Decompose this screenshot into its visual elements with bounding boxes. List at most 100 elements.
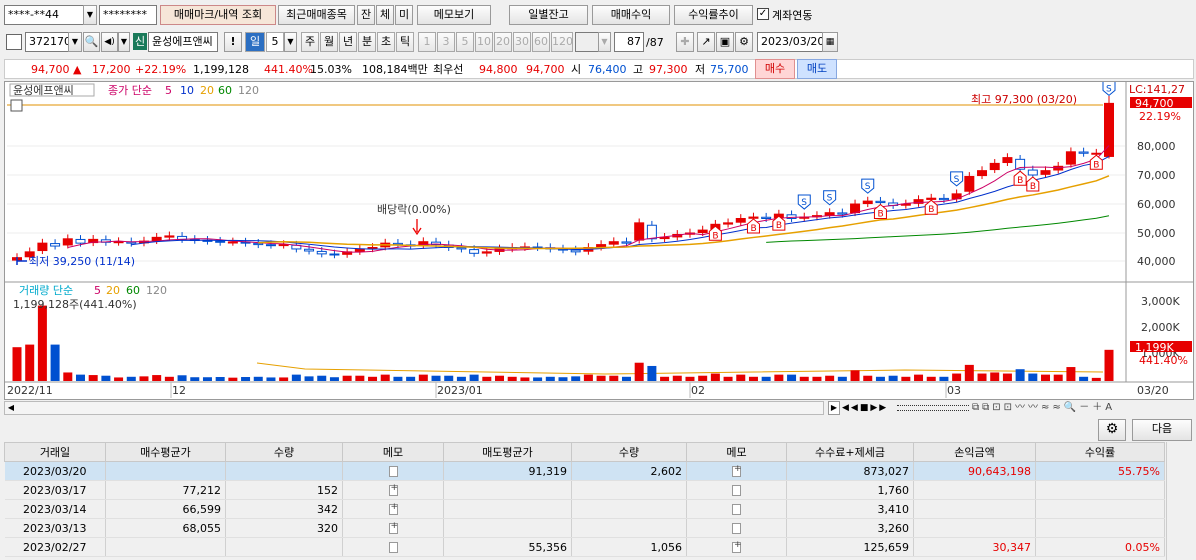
memo-icon[interactable] xyxy=(732,464,742,477)
table-row[interactable]: 2023/03/20 91,3192,602 873,02790,643,19855… xyxy=(4,461,1165,481)
table-gear-icon[interactable]: ⚙ xyxy=(1098,419,1126,441)
interval-30[interactable]: 30 xyxy=(513,32,531,52)
stock-code-input[interactable]: 372170 xyxy=(25,32,71,52)
header-pnl[interactable]: 손익금액 xyxy=(913,442,1036,462)
date-field[interactable]: 2023/03/20 xyxy=(757,32,824,52)
search-icon[interactable]: 🔍 xyxy=(83,32,100,52)
volume-bar xyxy=(672,375,682,381)
interval-10[interactable]: 10 xyxy=(475,32,493,52)
memo-icon[interactable] xyxy=(388,502,398,515)
save-icon[interactable]: ▣ xyxy=(716,32,734,52)
header-fee-tax[interactable]: 수수료+제세금 xyxy=(786,442,914,462)
table-cell xyxy=(443,518,572,538)
chart-tools-strip[interactable]: ⧉⧉⊡⊡〰〰≈≈🔍－＋A xyxy=(972,401,1194,415)
header-buy-qty[interactable]: 수량 xyxy=(225,442,343,462)
trade-mark-query-button[interactable]: 매매마크/내역 조회 xyxy=(160,5,276,25)
memo-icon[interactable] xyxy=(732,523,741,534)
period-year-tab[interactable]: 년 xyxy=(339,32,357,52)
next-button[interactable]: 다음 xyxy=(1132,419,1192,441)
table-row[interactable]: 2023/03/1777,212152 1,760 xyxy=(4,480,1165,500)
table-cell xyxy=(342,537,444,557)
playback-controls[interactable]: ◀◀■▶▶ xyxy=(842,401,892,415)
interval-1[interactable]: 1 xyxy=(418,32,436,52)
memo-icon[interactable] xyxy=(732,485,741,496)
grid-icon[interactable] xyxy=(6,34,22,50)
price-change: 17,200 xyxy=(92,63,131,76)
chart-scrollbar[interactable] xyxy=(4,401,824,415)
buy-button[interactable]: 매수 xyxy=(755,59,795,79)
period-week-tab[interactable]: 주 xyxy=(301,32,319,52)
table-cell xyxy=(342,480,444,500)
chart-grid-icon[interactable] xyxy=(10,99,23,112)
period-count-field[interactable]: 5 xyxy=(266,32,284,52)
ma-10-line xyxy=(131,155,1110,251)
data-count-field[interactable]: 87 xyxy=(614,32,644,52)
header-sell-qty[interactable]: 수량 xyxy=(571,442,687,462)
x-label-12: 12 xyxy=(172,384,186,397)
memo-icon[interactable] xyxy=(732,540,742,553)
crosshair-icon[interactable]: ✚ xyxy=(676,32,694,52)
table-row[interactable]: 2023/03/1368,055320 3,260 xyxy=(4,518,1165,538)
table-row[interactable]: 2023/03/1466,599342 3,410 xyxy=(4,499,1165,519)
unexecuted-button[interactable]: 미 xyxy=(395,5,413,25)
interval-20[interactable]: 20 xyxy=(494,32,512,52)
table-cell xyxy=(225,537,343,557)
memo-icon[interactable] xyxy=(732,504,741,515)
volume-bar xyxy=(431,375,441,381)
period-month-tab[interactable]: 월 xyxy=(320,32,338,52)
recent-trades-button[interactable]: 최근매매종목 xyxy=(278,5,355,25)
memo-icon[interactable] xyxy=(388,466,398,477)
draw-tool-icon[interactable]: ↗ xyxy=(697,32,715,52)
password-input[interactable]: ******** xyxy=(99,5,157,25)
last-pct-tag: 22.19% xyxy=(1139,110,1181,123)
candle-body xyxy=(989,162,1000,171)
speaker-dropdown-button[interactable]: ▼ xyxy=(118,32,130,52)
memo-icon[interactable] xyxy=(388,483,398,496)
account-input[interactable]: ****-**44 xyxy=(4,5,84,25)
profit-trend-button[interactable]: 수익률추이 xyxy=(674,5,753,25)
account-dropdown-button[interactable]: ▼ xyxy=(83,5,97,25)
code-dropdown-button[interactable]: ▼ xyxy=(68,32,82,52)
interval-5[interactable]: 5 xyxy=(456,32,474,52)
interval-custom-field[interactable] xyxy=(575,32,599,52)
daily-balance-button[interactable]: 일별잔고 xyxy=(509,5,588,25)
header-buy-memo[interactable]: 메모 xyxy=(342,442,444,462)
memo-icon[interactable] xyxy=(388,521,398,534)
speaker-icon[interactable]: ◀) xyxy=(101,32,118,52)
price-tick-40000: 40,000 xyxy=(1137,255,1176,268)
interval-custom-dropdown[interactable]: ▼ xyxy=(598,32,611,52)
table-vertical-scrollbar[interactable] xyxy=(1166,442,1194,560)
chart-panel[interactable]: BBBSSSBBSBBBS LC:141,27 94,700 22.19% 80… xyxy=(4,81,1194,400)
memo-view-button[interactable]: 메모보기 xyxy=(417,5,491,25)
volume-bar xyxy=(939,376,949,381)
zoom-slider[interactable] xyxy=(897,405,969,411)
header-trade-date[interactable]: 거래일 xyxy=(4,442,106,462)
period-count-dropdown[interactable]: ▼ xyxy=(284,32,297,52)
header-return[interactable]: 수익률 xyxy=(1035,442,1165,462)
calendar-icon[interactable]: ▦ xyxy=(822,32,838,52)
period-tick-tab[interactable]: 틱 xyxy=(396,32,414,52)
price-volume-chart[interactable]: BB BS SSB BS BBBS LC:141,27 94,700 22.19% 80… xyxy=(5,82,1193,399)
gear-icon[interactable]: ⚙ xyxy=(735,32,753,52)
scroll-left-arrow[interactable]: ◀ xyxy=(5,402,17,414)
balance-button[interactable]: 잔 xyxy=(357,5,375,25)
interval-60[interactable]: 60 xyxy=(532,32,550,52)
volume-bar xyxy=(164,376,174,381)
executed-button[interactable]: 체 xyxy=(376,5,394,25)
account-link-checkbox[interactable]: ✓ xyxy=(757,8,769,20)
interval-120[interactable]: 120 xyxy=(551,32,573,52)
period-day-tab[interactable]: 일 xyxy=(245,32,265,52)
period-minute-tab[interactable]: 분 xyxy=(358,32,376,52)
period-second-tab[interactable]: 초 xyxy=(377,32,395,52)
volume-bar xyxy=(482,376,492,381)
scroll-right-arrow[interactable]: ▶ xyxy=(828,401,840,415)
trade-profit-button[interactable]: 매매수익 xyxy=(592,5,670,25)
header-sell-avg[interactable]: 매도평균가 xyxy=(443,442,572,462)
sell-button[interactable]: 매도 xyxy=(797,59,837,79)
memo-icon[interactable] xyxy=(388,542,398,553)
interval-3[interactable]: 3 xyxy=(437,32,455,52)
table-row[interactable]: 2023/02/27 55,3561,056 125,65930,3470.05% xyxy=(4,537,1165,557)
header-buy-avg[interactable]: 매수평균가 xyxy=(105,442,226,462)
header-sell-memo[interactable]: 메모 xyxy=(686,442,787,462)
notice-button[interactable]: ! xyxy=(224,32,242,52)
